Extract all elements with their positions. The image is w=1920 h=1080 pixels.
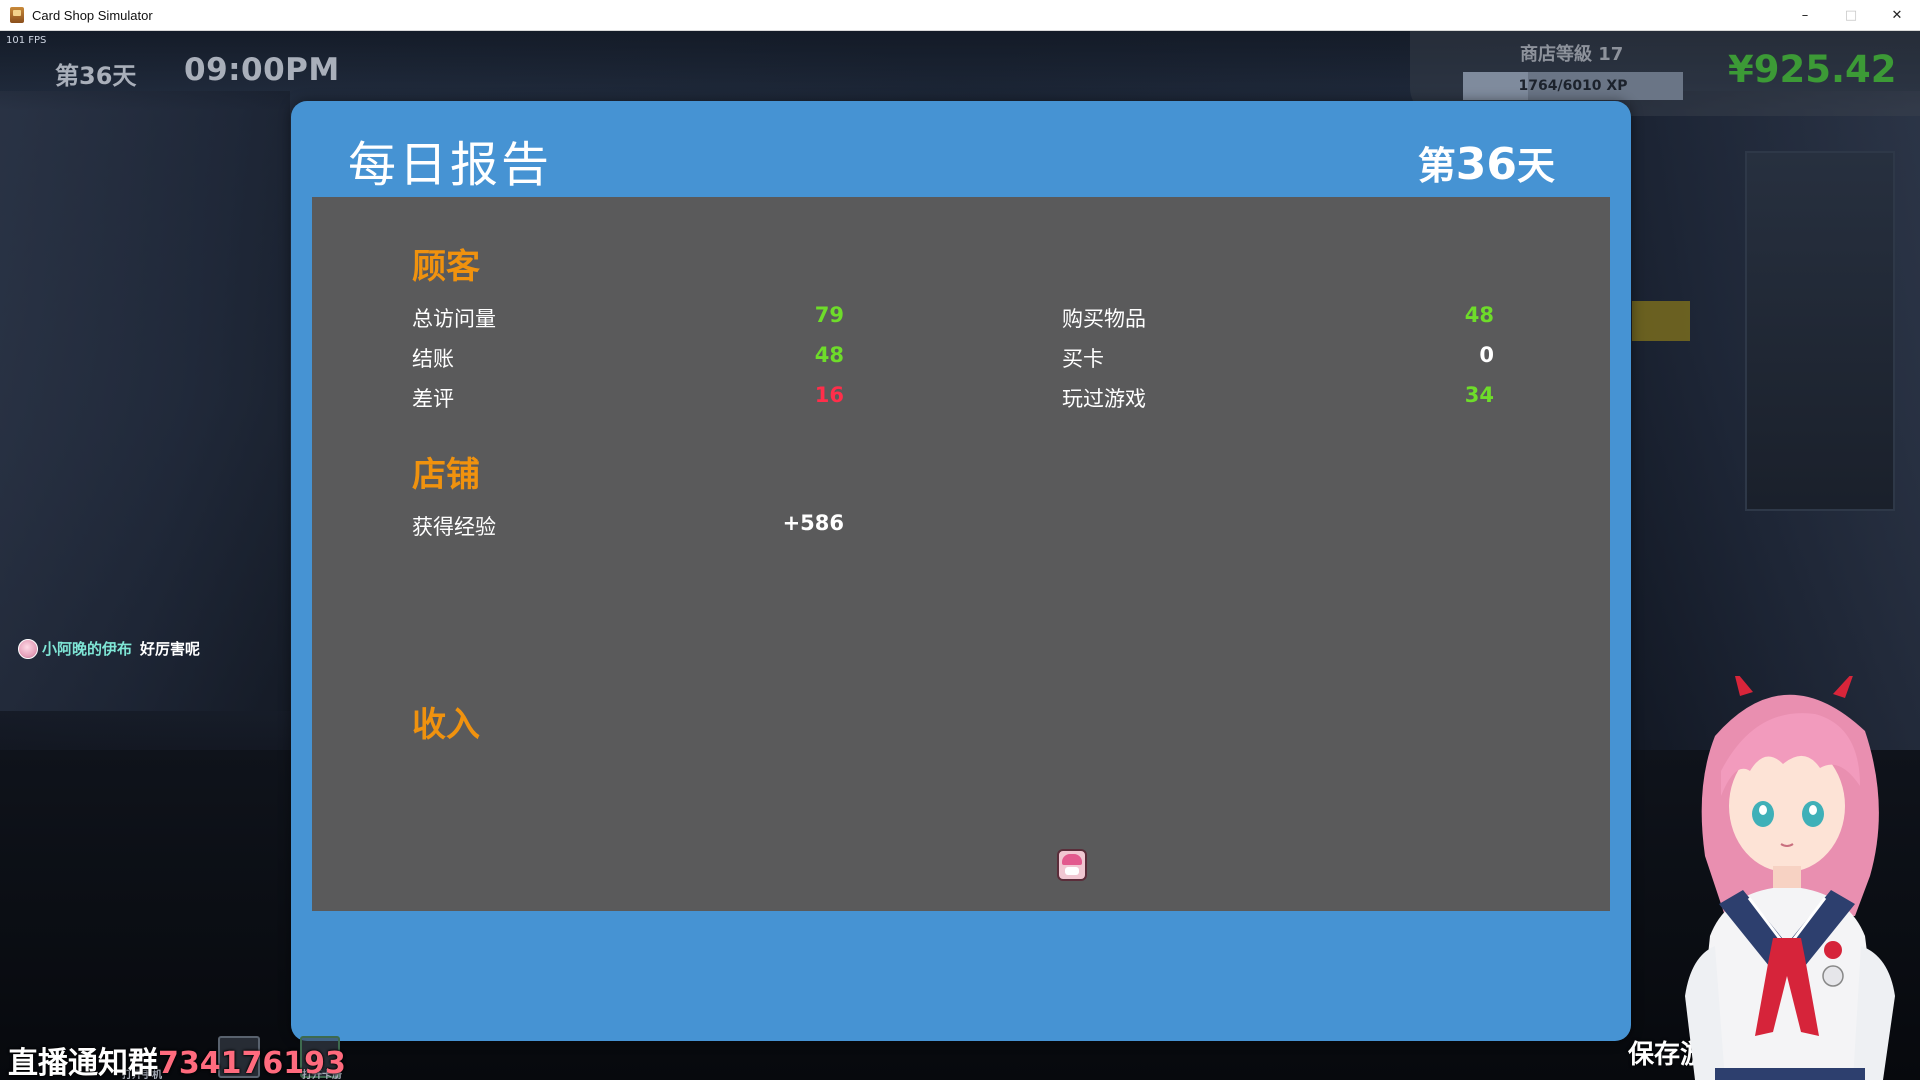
stream-notice-label: 直播通知群 xyxy=(8,1046,158,1080)
stat-value-items-bought: 48 xyxy=(1464,303,1494,327)
report-body: 顾客 总访问量 79 结账 48 差评 16 购买物品 48 买卡 0 玩过游戏… xyxy=(312,197,1610,911)
chat-message: 小阿晚的伊布 好厉害呢 xyxy=(18,638,200,659)
stat-label-checkouts: 结账 xyxy=(412,347,454,371)
stat-value-cards-bought: 0 xyxy=(1479,343,1494,367)
money-display: ¥925.42 xyxy=(1728,48,1897,91)
section-title-shop: 店铺 xyxy=(412,455,480,495)
stream-notice-number: 734176193 xyxy=(158,1046,346,1080)
report-day-suffix: 天 xyxy=(1516,144,1555,188)
stream-notice: 直播通知群734176193 xyxy=(8,1038,346,1080)
scene-wall-left xyxy=(0,91,290,711)
report-day: 第36天 xyxy=(1418,135,1555,190)
fps-counter: 101 FPS xyxy=(6,35,47,46)
stat-label-xp-gained: 获得经验 xyxy=(412,515,496,539)
report-day-prefix: 第 xyxy=(1417,144,1456,188)
close-button[interactable]: ✕ xyxy=(1874,0,1920,31)
shop-level: 商店等級 17 xyxy=(1520,44,1624,65)
stat-value-total-visits: 79 xyxy=(814,303,844,327)
report-day-number: 36 xyxy=(1455,139,1517,190)
xp-text: 1764/6010 XP xyxy=(1518,78,1628,94)
window-titlebar: Card Shop Simulator – □ ✕ xyxy=(0,0,1920,31)
stat-value-checkouts: 48 xyxy=(814,343,844,367)
app-icon xyxy=(10,7,24,23)
report-title: 每日报告 xyxy=(348,137,553,193)
scene-price-tag xyxy=(1632,301,1690,341)
character-sprite-icon xyxy=(1057,849,1087,881)
hud-time: 09:00PM xyxy=(184,52,340,88)
window-controls: – □ ✕ xyxy=(1782,0,1920,31)
stat-label-bad-reviews: 差评 xyxy=(412,387,454,411)
stat-value-xp-gained: +586 xyxy=(782,511,844,535)
vtuber-avatar xyxy=(1685,676,1895,1080)
chat-username: 小阿晚的伊布 xyxy=(42,640,133,658)
maximize-button[interactable]: □ xyxy=(1828,0,1874,31)
window-title: Card Shop Simulator xyxy=(32,7,153,23)
minimize-button[interactable]: – xyxy=(1782,0,1828,31)
hud-day: 第36天 xyxy=(55,62,137,90)
chat-text: 好厉害呢 xyxy=(140,640,201,658)
stat-value-bad-reviews: 16 xyxy=(814,383,844,407)
section-title-income: 收入 xyxy=(412,705,480,745)
stat-label-cards-bought: 买卡 xyxy=(1062,347,1104,371)
daily-report-dialog: 每日报告 第36天 顾客 总访问量 79 结账 48 差评 16 购买物品 48… xyxy=(291,101,1631,1041)
chat-avatar xyxy=(18,638,38,659)
section-title-customers: 顾客 xyxy=(412,247,480,287)
scene-shelf xyxy=(1745,151,1895,511)
xp-progress-bar: 1764/6010 XP xyxy=(1463,72,1683,100)
stat-label-items-bought: 购买物品 xyxy=(1062,307,1146,331)
stat-label-total-visits: 总访问量 xyxy=(412,307,496,331)
stat-value-games-played: 34 xyxy=(1464,383,1494,407)
stat-label-games-played: 玩过游戏 xyxy=(1062,387,1146,411)
